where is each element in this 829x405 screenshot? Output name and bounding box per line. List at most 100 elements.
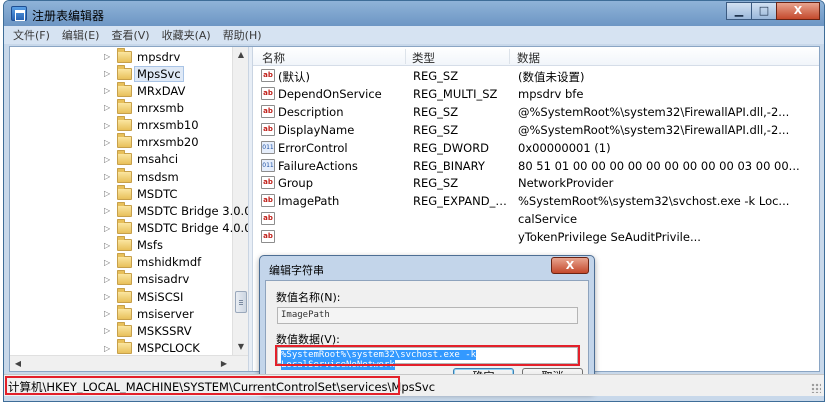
tree-item[interactable]: ▷ mrxsmb20 xyxy=(104,133,199,151)
scroll-right-arrow-icon[interactable]: ▶ xyxy=(216,356,232,371)
scroll-down-arrow-icon[interactable]: ▼ xyxy=(233,339,248,355)
menu-view[interactable]: 查看(V) xyxy=(111,27,149,43)
value-row[interactable]: ab Description REG_SZ @%SystemRoot%\system3… xyxy=(253,103,819,121)
tree-item[interactable]: ▷ MSDTC Bridge 3.0.0 xyxy=(104,201,248,219)
expand-arrow-icon[interactable]: ▷ xyxy=(104,224,114,233)
window-controls: ▁ □ X xyxy=(726,2,820,20)
tree-item[interactable]: ▷ mrxsmb xyxy=(104,98,184,116)
folder-icon xyxy=(117,116,132,132)
tree-item[interactable]: ▷ mrxsmb10 xyxy=(104,116,199,134)
column-data-header[interactable]: 数据 xyxy=(517,50,540,66)
close-button[interactable]: X xyxy=(776,2,820,20)
value-name: DependOnService xyxy=(278,86,382,101)
value-type: REG_MULTI_SZ xyxy=(413,86,498,101)
value-row[interactable]: ab calService xyxy=(253,210,819,228)
tree-item-label: MSKSSRV xyxy=(137,323,192,338)
status-bar: 计算机\HKEY_LOCAL_MACHINE\SYSTEM\CurrentCon… xyxy=(4,374,824,396)
tree-item-label: mrxsmb xyxy=(137,100,184,115)
tree-item[interactable]: ▷ Msfs xyxy=(104,236,163,254)
title-bar[interactable]: 注册表编辑器 ▁ □ X xyxy=(4,1,824,26)
value-row[interactable]: 011 ErrorControl REG_DWORD 0x00000001 (1) xyxy=(253,139,819,157)
tree-item[interactable]: ▷ MpsSvc xyxy=(104,64,184,82)
expand-arrow-icon[interactable]: ▷ xyxy=(104,344,114,353)
value-row[interactable]: ab ImagePath REG_EXPAND_SZ %SystemRoot%\sys… xyxy=(253,192,819,210)
folder-icon xyxy=(117,339,132,355)
tree-item-label: MSDTC Bridge 3.0.0 xyxy=(137,203,248,218)
tree-item[interactable]: ▷ mshidkmdf xyxy=(104,253,202,271)
string-value-icon: ab xyxy=(261,86,275,100)
menu-help[interactable]: 帮助(H) xyxy=(223,27,262,43)
expand-arrow-icon[interactable]: ▷ xyxy=(104,189,114,198)
tree-item[interactable]: ▷ msahci xyxy=(104,150,178,168)
value-row[interactable]: ab DisplayName REG_SZ @%SystemRoot%\system3… xyxy=(253,121,819,139)
tree-item[interactable]: ▷ MRxDAV xyxy=(104,81,185,99)
expand-arrow-icon[interactable]: ▷ xyxy=(104,86,114,95)
tree-horizontal-scrollbar[interactable]: ◀ ▶ xyxy=(10,355,248,371)
expand-arrow-icon[interactable]: ▷ xyxy=(104,275,114,284)
expand-arrow-icon[interactable]: ▷ xyxy=(104,138,114,147)
tree-item-label: mpsdrv xyxy=(137,49,181,64)
menu-edit[interactable]: 编辑(E) xyxy=(62,27,100,43)
scroll-left-arrow-icon[interactable]: ◀ xyxy=(10,356,26,371)
expand-arrow-icon[interactable]: ▷ xyxy=(104,241,114,250)
scroll-thumb[interactable] xyxy=(235,291,247,313)
value-data: yTokenPrivilege SeAuditPrivile... xyxy=(518,230,701,245)
menu-favorites[interactable]: 收藏夹(A) xyxy=(162,27,211,43)
scroll-up-arrow-icon[interactable]: ▲ xyxy=(233,47,248,63)
value-name-field: ImagePath xyxy=(277,307,578,324)
expand-arrow-icon[interactable]: ▷ xyxy=(104,292,114,301)
folder-icon xyxy=(117,201,132,217)
tree-item-label: mshidkmdf xyxy=(137,255,202,270)
expand-arrow-icon[interactable]: ▷ xyxy=(104,172,114,181)
value-type: REG_DWORD xyxy=(413,140,490,155)
minimize-button[interactable]: ▁ xyxy=(726,2,752,20)
window-title: 注册表编辑器 xyxy=(32,9,105,23)
resize-grip-icon[interactable] xyxy=(811,383,821,393)
column-name-header[interactable]: 名称 xyxy=(262,50,285,66)
tree-item[interactable]: ▷ msdsm xyxy=(104,167,179,185)
folder-icon xyxy=(117,304,132,320)
value-row[interactable]: ab yTokenPrivilege SeAuditPrivile... xyxy=(253,228,819,246)
value-type: REG_SZ xyxy=(413,104,459,119)
string-value-icon: ab xyxy=(261,194,275,208)
tree-item[interactable]: ▷ MSDTC Bridge 4.0.0 xyxy=(104,219,248,237)
value-row[interactable]: ab DependOnService REG_MULTI_SZ mpsdrv bfe xyxy=(253,85,819,103)
column-divider[interactable] xyxy=(509,49,510,64)
tree-item[interactable]: ▷ MSDTC xyxy=(104,184,177,202)
edit-string-dialog: 编辑字符串 X 数值名称(N): ImagePath 数值数据(V): %Sys… xyxy=(259,255,595,393)
expand-arrow-icon[interactable]: ▷ xyxy=(104,326,114,335)
folder-icon xyxy=(117,133,132,149)
tree-item[interactable]: ▷ MSPCLOCK xyxy=(104,339,200,357)
expand-arrow-icon[interactable]: ▷ xyxy=(104,258,114,267)
expand-arrow-icon[interactable]: ▷ xyxy=(104,52,114,61)
folder-icon xyxy=(117,81,132,97)
expand-arrow-icon[interactable]: ▷ xyxy=(104,121,114,130)
expand-arrow-icon[interactable]: ▷ xyxy=(104,69,114,78)
dialog-close-button[interactable]: X xyxy=(551,257,589,274)
string-value-icon: ab xyxy=(261,176,275,190)
tree-item[interactable]: ▷ msisadrv xyxy=(104,270,189,288)
value-row[interactable]: ab (默认) REG_SZ (数值未设置) xyxy=(253,67,819,85)
column-divider[interactable] xyxy=(405,49,406,64)
value-data: 0x00000001 (1) xyxy=(518,140,611,155)
expand-arrow-icon[interactable]: ▷ xyxy=(104,309,114,318)
tree-vertical-scrollbar[interactable]: ▲ ▼ xyxy=(232,47,248,355)
folder-icon xyxy=(117,287,132,303)
value-row[interactable]: ab Group REG_SZ NetworkProvider xyxy=(253,174,819,192)
value-type: REG_BINARY xyxy=(413,158,485,173)
value-row[interactable]: 011 FailureActions REG_BINARY 80 51 01 00 0… xyxy=(253,157,819,175)
tree-item[interactable]: ▷ MSiSCSI xyxy=(104,287,183,305)
maximize-button[interactable]: □ xyxy=(751,2,777,20)
value-data: NetworkProvider xyxy=(518,176,614,191)
value-data: mpsdrv bfe xyxy=(518,86,584,101)
tree-item[interactable]: ▷ mpsdrv xyxy=(104,47,181,65)
column-type-header[interactable]: 类型 xyxy=(412,50,435,66)
value-name: DisplayName xyxy=(278,122,355,137)
expand-arrow-icon[interactable]: ▷ xyxy=(104,155,114,164)
expand-arrow-icon[interactable]: ▷ xyxy=(104,103,114,112)
expand-arrow-icon[interactable]: ▷ xyxy=(104,206,114,215)
menu-file[interactable]: 文件(F) xyxy=(13,27,50,43)
tree-item[interactable]: ▷ MSKSSRV xyxy=(104,321,192,339)
value-name: Group xyxy=(278,176,314,191)
tree-item[interactable]: ▷ msiserver xyxy=(104,304,194,322)
